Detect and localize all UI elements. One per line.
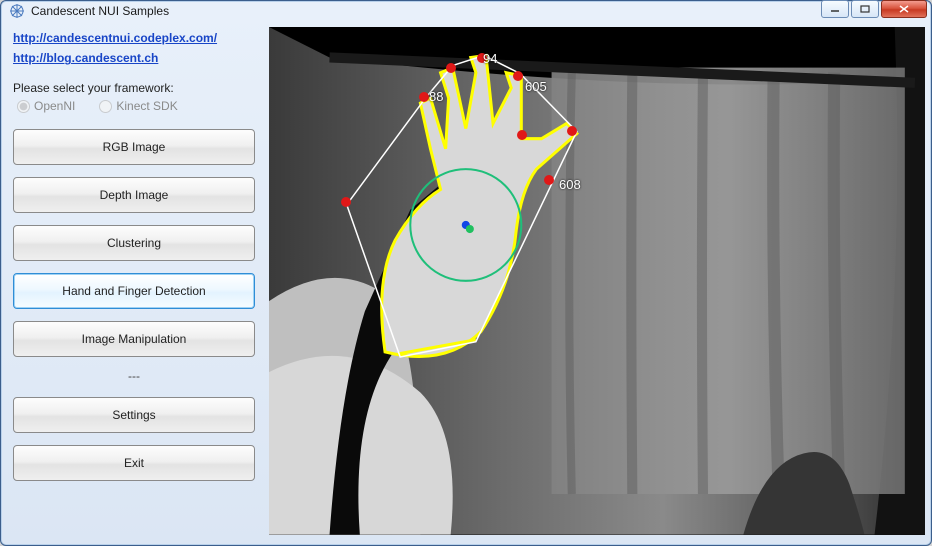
- link-codeplex[interactable]: http://candescentnui.codeplex.com/: [13, 31, 255, 45]
- depth-label: 88: [429, 89, 443, 104]
- image-manipulation-button[interactable]: Image Manipulation: [13, 321, 255, 357]
- links-block: http://candescentnui.codeplex.com/ http:…: [7, 27, 261, 81]
- radio-kinect-input: [99, 100, 112, 113]
- link-blog[interactable]: http://blog.candescent.ch: [13, 51, 255, 65]
- depth-image-button[interactable]: Depth Image: [13, 177, 255, 213]
- exit-button[interactable]: Exit: [13, 445, 255, 481]
- maximize-button[interactable]: [851, 0, 879, 18]
- clustering-button[interactable]: Clustering: [13, 225, 255, 261]
- depth-scene: [269, 27, 925, 535]
- radio-openni: OpenNI: [17, 99, 75, 113]
- minimize-button[interactable]: [821, 0, 849, 18]
- window-controls: [821, 0, 927, 18]
- window-title: Candescent NUI Samples: [31, 4, 821, 18]
- settings-button[interactable]: Settings: [13, 397, 255, 433]
- sidebar: http://candescentnui.codeplex.com/ http:…: [7, 27, 261, 535]
- depth-label: 94: [483, 51, 497, 66]
- depth-viewport: 88 94 605 608: [269, 27, 925, 535]
- radio-kinect-label: Kinect SDK: [116, 99, 177, 113]
- app-window: Candescent NUI Samples http://candescent…: [0, 0, 932, 546]
- radio-openni-label: OpenNI: [34, 99, 75, 113]
- hand-finger-detection-button[interactable]: Hand and Finger Detection: [13, 273, 255, 309]
- radio-openni-input: [17, 100, 30, 113]
- framework-label: Please select your framework:: [7, 81, 261, 99]
- depth-label: 608: [559, 177, 581, 192]
- close-button[interactable]: [881, 0, 927, 18]
- app-icon: [9, 3, 25, 19]
- depth-label: 605: [525, 79, 547, 94]
- framework-radios: OpenNI Kinect SDK: [7, 99, 261, 123]
- titlebar: Candescent NUI Samples: [1, 1, 931, 21]
- radio-kinect: Kinect SDK: [99, 99, 177, 113]
- content-area: http://candescentnui.codeplex.com/ http:…: [1, 21, 931, 545]
- placeholder-row: ---: [7, 363, 261, 391]
- rgb-image-button[interactable]: RGB Image: [13, 129, 255, 165]
